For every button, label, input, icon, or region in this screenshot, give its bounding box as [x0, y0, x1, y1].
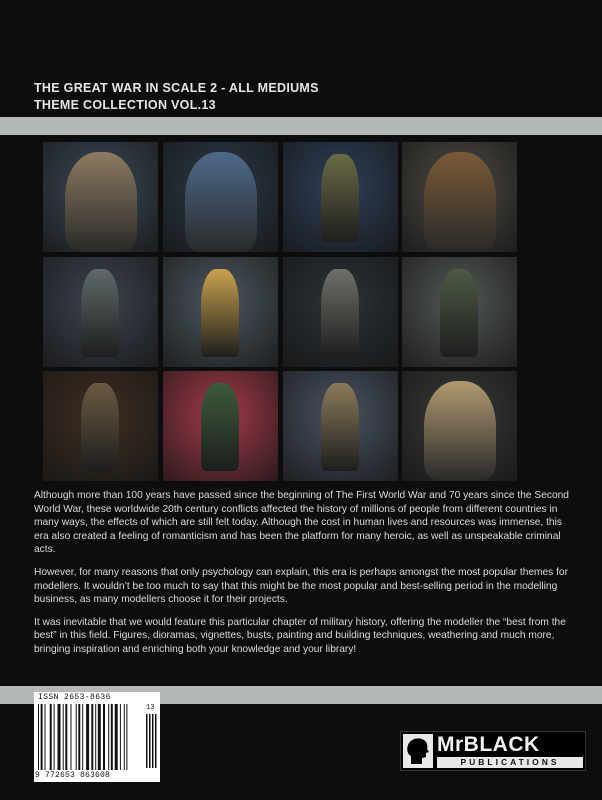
photo-figure-trench-coat	[283, 371, 398, 481]
photo-figure-green-soldier-red	[163, 371, 278, 481]
barcode-bar	[103, 704, 105, 770]
barcode-block: ISSN 2653-8636 13 9 772653 863608	[34, 692, 160, 782]
publisher-sub: PUBLICATIONS	[437, 757, 583, 768]
barcode-bar	[123, 704, 125, 770]
figure-shape	[424, 152, 496, 252]
photo-figure-officer-pointing	[283, 142, 398, 252]
barcode-bar	[44, 704, 46, 770]
barcode-bar	[82, 704, 84, 770]
photo-bust-mustache-officer	[402, 371, 517, 481]
photo-diorama-trench-wreck	[43, 371, 158, 481]
barcode-bar	[70, 704, 72, 770]
photo-diorama-soldiers-group	[402, 257, 517, 367]
figure-shape	[201, 383, 239, 471]
figure-shape	[81, 383, 119, 471]
barcode-bar	[65, 704, 68, 770]
barcode-bar	[108, 704, 110, 770]
figure-shape	[440, 269, 478, 357]
barcode-bar	[119, 704, 121, 770]
silhouette-logo-icon	[403, 734, 433, 768]
barcode-bar	[114, 704, 118, 770]
figure-shape	[321, 154, 359, 242]
barcode-bar	[62, 704, 64, 770]
top-divider-band	[0, 117, 602, 135]
barcode-bar	[53, 704, 55, 770]
barcode-addon-bar	[146, 714, 148, 768]
cover-title: THE GREAT WAR IN SCALE 2 - ALL MEDIUMS T…	[34, 80, 319, 114]
barcode-addon-bar	[155, 714, 157, 768]
figure-shape	[81, 269, 119, 357]
paragraph-3: It was inevitable that we would feature …	[34, 616, 566, 655]
publisher-brand: MrBLACK	[437, 733, 540, 756]
barcode-number: 9 772653 863608	[35, 771, 111, 780]
description-text: Although more than 100 years have passed…	[34, 489, 574, 666]
publisher-logo: MrBLACK PUBLICATIONS	[400, 731, 586, 771]
barcode-bar	[40, 704, 43, 770]
barcode-bar	[78, 704, 81, 770]
paragraph-1: Although more than 100 years have passed…	[34, 490, 569, 556]
barcode-bar	[86, 704, 90, 770]
photo-figure-rifleman-stump	[283, 257, 398, 367]
figure-shape	[201, 269, 239, 357]
barcode-bar	[91, 704, 94, 770]
barcode-addon-bar	[152, 714, 154, 768]
head-silhouette-icon	[407, 738, 429, 764]
photo-bust-brodie-helmet	[163, 142, 278, 252]
figure-shape	[424, 381, 496, 481]
barcode-addon-number: 13	[146, 704, 155, 712]
figure-shape	[321, 269, 359, 357]
barcode-addon-bar	[149, 714, 151, 768]
barcode-bar	[38, 704, 39, 770]
title-line-1: THE GREAT WAR IN SCALE 2 - ALL MEDIUMS	[34, 81, 319, 95]
barcode-bar	[49, 704, 52, 770]
barcode-bar	[126, 704, 128, 770]
figure-shape	[321, 383, 359, 471]
barcode-bars	[38, 704, 157, 770]
photo-bust-fur-hat	[402, 142, 517, 252]
photo-bust-officer-grey	[43, 142, 158, 252]
figure-shape	[185, 152, 257, 252]
barcode-bar	[75, 704, 77, 770]
barcode-bar	[95, 704, 97, 770]
title-line-2: THEME COLLECTION VOL.13	[34, 98, 216, 112]
barcode-bar	[97, 704, 101, 770]
photo-figure-yellow-coat	[163, 257, 278, 367]
barcode-bar	[110, 704, 113, 770]
figure-shape	[65, 152, 137, 252]
photo-figure-officer-greatcoat	[43, 257, 158, 367]
barcode-bar	[57, 704, 61, 770]
paragraph-2: However, for many reasons that only psyc…	[34, 566, 568, 606]
